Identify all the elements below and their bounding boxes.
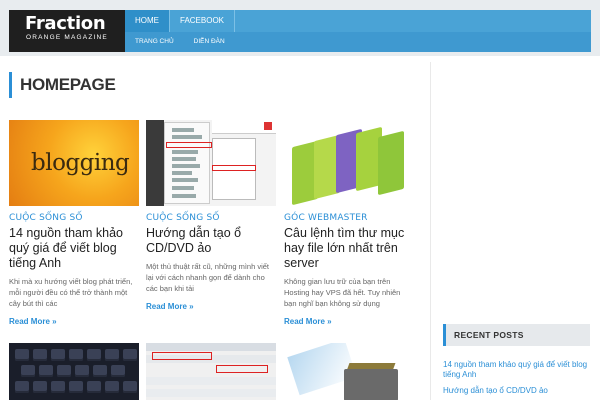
nav-item-dien-dan[interactable]: DIỄN ĐÀN	[184, 32, 235, 52]
read-more-link[interactable]: Read More »	[9, 317, 139, 326]
post-excerpt: Một thủ thuật rất cũ, những mình viết lạ…	[146, 262, 270, 293]
post-card: blogging Cuộc sống số 14 nguồn tham khảo…	[9, 120, 139, 326]
post-category[interactable]: Cuộc sống số	[9, 213, 139, 223]
post-thumbnail[interactable]	[146, 120, 276, 206]
recent-post-link[interactable]: Hướng dẫn tạo ổ CD/DVD ảo	[443, 386, 593, 396]
read-more-link[interactable]: Read More »	[146, 302, 276, 311]
logo-subtitle: ORANGE MAGAZINE	[26, 34, 108, 41]
sidebar-divider	[430, 62, 431, 400]
post-category[interactable]: Góc Webmaster	[284, 213, 414, 223]
close-icon	[264, 122, 272, 130]
page-title: HOMEPAGE	[20, 75, 116, 94]
post-card: Cuộc sống số Hướng dẫn tạo ổ CD/DVD ảo M…	[146, 120, 276, 311]
post-thumbnail[interactable]	[284, 120, 414, 206]
page-heading: HOMEPAGE	[9, 72, 419, 98]
primary-menu: HOME FACEBOOK	[125, 10, 236, 32]
thumbnail-text: blogging	[31, 150, 130, 176]
post-title[interactable]: Câu lệnh tìm thư mục hay file lớn nhất t…	[284, 226, 414, 271]
post-thumbnail[interactable]: blogging	[9, 120, 139, 206]
post-card: Góc Webmaster Câu lệnh tìm thư mục hay f…	[284, 120, 414, 326]
main-navigation: HOME FACEBOOK TRANG CHỦ DIỄN ĐÀN	[125, 10, 591, 52]
recent-posts-list: 14 nguồn tham khảo quý giá để viết blog …	[443, 360, 593, 400]
server-icon	[344, 369, 398, 400]
post-thumbnail[interactable]	[9, 343, 139, 400]
post-excerpt: Không gian lưu trữ của bạn trên Hosting …	[284, 277, 401, 308]
post-excerpt: Khi mà xu hướng viết blog phát triển, mỗ…	[9, 277, 133, 308]
post-title[interactable]: 14 nguồn tham khảo quý giá để viết blog …	[9, 226, 139, 271]
post-category[interactable]: Cuộc sống số	[146, 213, 276, 223]
recent-posts-title: RECENT POSTS	[454, 330, 524, 340]
nav-item-home[interactable]: HOME	[125, 10, 170, 32]
logo-title: Fraction	[25, 13, 106, 34]
post-thumbnail[interactable]	[284, 343, 414, 400]
secondary-menu: TRANG CHỦ DIỄN ĐÀN	[125, 32, 591, 52]
post-thumbnail[interactable]	[146, 343, 276, 400]
post-title[interactable]: Hướng dẫn tạo ổ CD/DVD ảo	[146, 226, 276, 256]
recent-posts-heading: RECENT POSTS	[443, 324, 590, 346]
recent-post-link[interactable]: 14 nguồn tham khảo quý giá để viết blog …	[443, 360, 593, 380]
nav-item-facebook[interactable]: FACEBOOK	[170, 10, 236, 32]
folder-icon	[378, 130, 404, 196]
nav-item-trang-chu[interactable]: TRANG CHỦ	[125, 32, 184, 52]
site-header: Fraction ORANGE MAGAZINE HOME FACEBOOK T…	[0, 0, 600, 56]
read-more-link[interactable]: Read More »	[284, 317, 414, 326]
site-logo[interactable]: Fraction ORANGE MAGAZINE	[9, 10, 125, 52]
